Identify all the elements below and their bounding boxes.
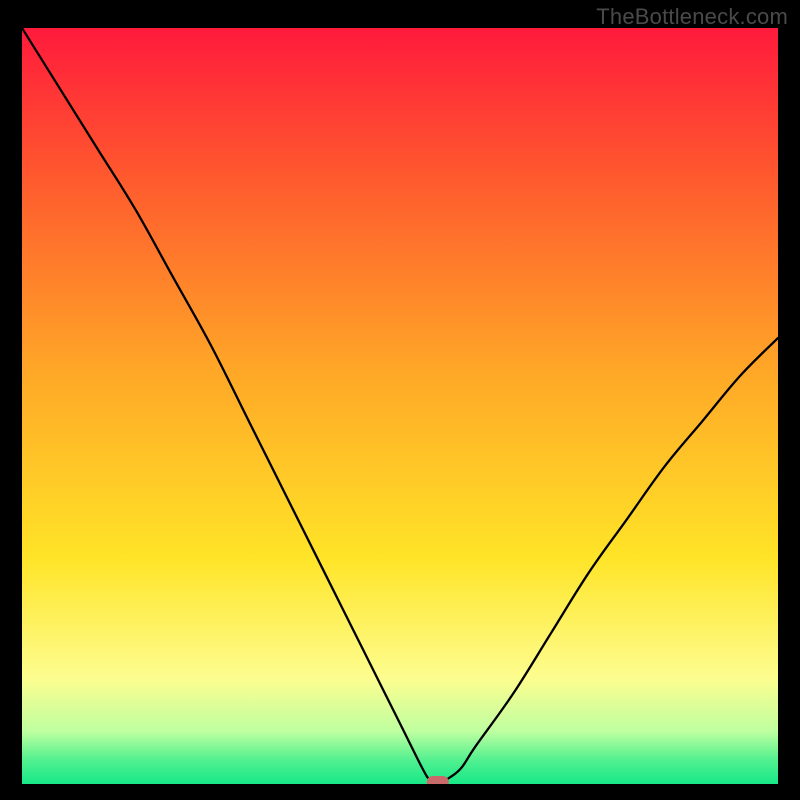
bottleneck-chart [22, 28, 778, 784]
optimal-marker [427, 776, 449, 784]
gradient-background [22, 28, 778, 784]
plot-area [22, 28, 778, 784]
chart-frame: TheBottleneck.com [0, 0, 800, 800]
watermark-text: TheBottleneck.com [596, 4, 788, 30]
